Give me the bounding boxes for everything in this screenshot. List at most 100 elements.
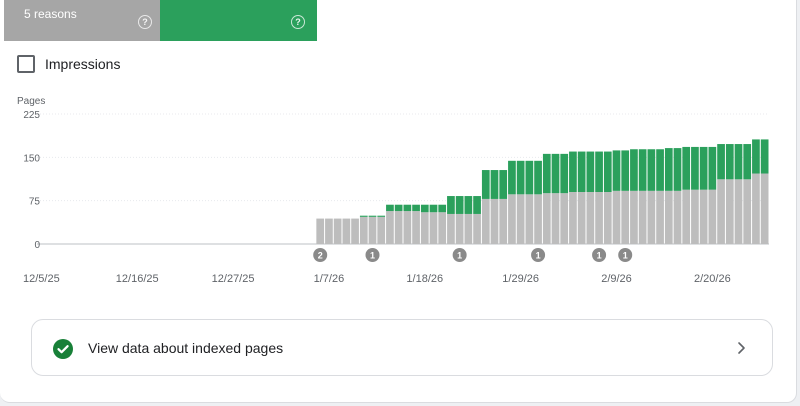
bar-not-indexed bbox=[638, 190, 647, 244]
bar-indexed bbox=[638, 149, 647, 191]
y-tick-label: 75 bbox=[29, 197, 41, 208]
bar-indexed bbox=[386, 204, 394, 212]
bar-indexed bbox=[752, 139, 760, 174]
bar-not-indexed bbox=[447, 213, 455, 244]
bar-not-indexed bbox=[569, 192, 577, 244]
impressions-toggle[interactable]: Impressions bbox=[17, 55, 120, 73]
x-tick-label: 2/9/26 bbox=[601, 273, 632, 285]
annotation-label: 1 bbox=[370, 251, 375, 261]
annotation-label: 1 bbox=[597, 251, 602, 261]
x-tick-label: 12/27/25 bbox=[212, 273, 255, 285]
bar-not-indexed bbox=[708, 189, 717, 244]
bar-not-indexed bbox=[551, 193, 560, 244]
bar-not-indexed bbox=[508, 194, 516, 244]
bar-not-indexed bbox=[542, 193, 551, 244]
chevron-right-icon bbox=[738, 342, 745, 354]
bar-indexed bbox=[725, 144, 734, 180]
bar-indexed bbox=[569, 151, 577, 192]
bar-indexed bbox=[534, 160, 542, 195]
bar-indexed bbox=[447, 196, 455, 214]
bar-not-indexed bbox=[577, 192, 586, 244]
bar-indexed bbox=[682, 146, 691, 190]
view-indexed-pages-button[interactable]: View data about indexed pages bbox=[31, 319, 773, 376]
bar-indexed bbox=[481, 170, 490, 199]
bar-indexed bbox=[673, 148, 682, 191]
help-icon[interactable]: ? bbox=[138, 15, 152, 29]
bar-indexed bbox=[560, 153, 569, 194]
bar-not-indexed bbox=[743, 179, 752, 244]
bar-indexed bbox=[551, 153, 560, 194]
bar-indexed bbox=[760, 139, 769, 174]
bar-not-indexed bbox=[673, 190, 682, 244]
bar-not-indexed bbox=[734, 179, 743, 244]
bar-not-indexed bbox=[464, 213, 473, 244]
pages-chart: Pages 0 75 150 225 12/5/25 12/16/25 12/27/25 1/7… bbox=[17, 96, 769, 285]
bar-not-indexed bbox=[630, 190, 638, 244]
bar-not-indexed bbox=[342, 218, 351, 244]
bar-not-indexed bbox=[621, 190, 630, 244]
bar-not-indexed bbox=[760, 173, 769, 244]
index-coverage-card: 5 reasons ? ? Impressions Pages 0 75 150 225… bbox=[0, 0, 797, 403]
bar-indexed bbox=[412, 204, 420, 212]
bar-indexed bbox=[656, 149, 664, 191]
bar-not-indexed bbox=[420, 212, 429, 244]
bar-indexed bbox=[717, 144, 725, 180]
bar-indexed bbox=[743, 144, 752, 180]
bar-not-indexed bbox=[359, 216, 368, 244]
bar-not-indexed bbox=[603, 192, 612, 244]
help-icon[interactable]: ? bbox=[291, 15, 305, 29]
bar-indexed bbox=[664, 148, 673, 191]
bar-indexed bbox=[612, 150, 621, 191]
annotation-label: 1 bbox=[623, 251, 628, 261]
bar-not-indexed bbox=[403, 211, 412, 244]
x-tick-label: 1/7/26 bbox=[314, 273, 345, 285]
bar-not-indexed bbox=[534, 194, 542, 244]
y-axis-title: Pages bbox=[17, 96, 45, 107]
bar-not-indexed bbox=[368, 216, 377, 244]
bar-not-indexed bbox=[438, 212, 447, 244]
bar-indexed bbox=[691, 146, 699, 190]
bar-not-indexed bbox=[412, 211, 420, 244]
annotation-label: 1 bbox=[536, 251, 541, 261]
bar-indexed bbox=[368, 215, 377, 217]
bar-indexed bbox=[586, 151, 595, 192]
bar-indexed bbox=[455, 196, 464, 214]
bar-indexed bbox=[542, 153, 551, 194]
tab-not-indexed-label: 5 reasons bbox=[24, 7, 77, 21]
tab-indexed[interactable]: ? bbox=[160, 0, 317, 41]
bar-indexed bbox=[508, 160, 516, 195]
bar-not-indexed bbox=[691, 189, 699, 244]
x-tick-label: 2/20/26 bbox=[694, 273, 731, 285]
annotation-label: 2 bbox=[318, 251, 323, 261]
bar-not-indexed bbox=[325, 218, 333, 244]
bar-indexed bbox=[708, 146, 717, 190]
bar-indexed bbox=[699, 146, 708, 190]
bar-indexed bbox=[603, 151, 612, 192]
checkbox-icon[interactable] bbox=[17, 55, 35, 73]
tab-not-indexed[interactable]: 5 reasons ? bbox=[4, 0, 160, 41]
bar-not-indexed bbox=[481, 198, 490, 244]
bar-not-indexed bbox=[377, 216, 386, 244]
bar-indexed bbox=[647, 149, 656, 191]
annotation-label: 1 bbox=[457, 251, 462, 261]
bar-indexed bbox=[630, 149, 638, 191]
bar-not-indexed bbox=[647, 190, 656, 244]
bar-indexed bbox=[403, 204, 412, 212]
bar-indexed bbox=[394, 204, 403, 212]
impressions-label: Impressions bbox=[45, 56, 121, 72]
bar-indexed bbox=[621, 150, 630, 191]
bar-not-indexed bbox=[525, 194, 534, 244]
bar-not-indexed bbox=[429, 212, 438, 244]
bar-indexed bbox=[595, 151, 603, 192]
bar-not-indexed bbox=[473, 213, 481, 244]
y-tick-label: 150 bbox=[23, 153, 40, 164]
bar-not-indexed bbox=[586, 192, 595, 244]
bar-indexed bbox=[525, 160, 534, 195]
x-tick-label: 12/5/25 bbox=[23, 273, 60, 285]
bar-not-indexed bbox=[560, 193, 569, 244]
bar-indexed bbox=[359, 215, 368, 217]
x-tick-label: 12/16/25 bbox=[116, 273, 159, 285]
bar-indexed bbox=[516, 160, 525, 195]
view-indexed-pages-label: View data about indexed pages bbox=[88, 340, 284, 356]
bar-not-indexed bbox=[595, 192, 603, 244]
